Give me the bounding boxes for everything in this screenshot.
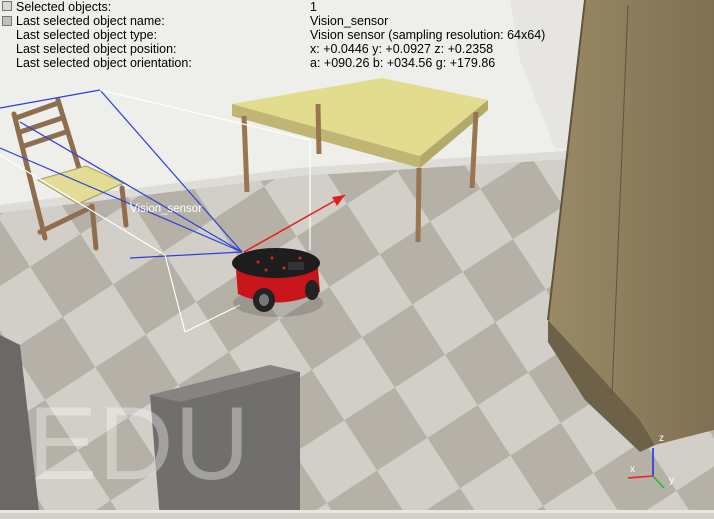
vision-sensor-label[interactable]: Vision_sensor	[130, 203, 202, 215]
axis-label-z: z	[659, 433, 664, 444]
scene-viewport[interactable]: Selected objects: 1 Last selected object…	[0, 0, 714, 519]
info-toggle-icon[interactable]	[2, 1, 12, 11]
info-value: a: +090.26 b: +034.56 g: +179.86	[310, 56, 496, 70]
axis-label-x: x	[630, 464, 635, 475]
robot	[232, 248, 323, 317]
info-value: x: +0.0446 y: +0.0927 z: +0.2358	[310, 42, 494, 56]
info-label: Last selected object type:	[16, 28, 158, 42]
info-panel: Selected objects: 1 Last selected object…	[0, 0, 600, 70]
info-label: Selected objects:	[16, 0, 112, 14]
axis-label-y: y	[669, 475, 674, 486]
info-value: Vision sensor (sampling resolution: 64x6…	[310, 28, 546, 42]
info-detail-toggle-icon[interactable]	[2, 16, 12, 26]
info-label: Last selected object name:	[16, 14, 165, 28]
info-value: 1	[310, 0, 317, 14]
info-label: Last selected object position:	[16, 42, 177, 56]
info-value: Vision_sensor	[310, 14, 389, 28]
info-label: Last selected object orientation:	[16, 56, 192, 70]
viewport-bottom-border	[0, 513, 714, 519]
edu-watermark: EDU	[28, 386, 251, 502]
